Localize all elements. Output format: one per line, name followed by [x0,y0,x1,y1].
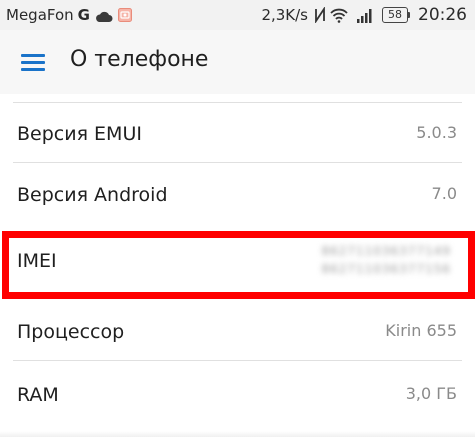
nfc-icon [314,6,326,24]
battery-tip [408,12,410,18]
item-value: 3,0 ГБ [405,384,457,403]
item-value: Kirin 655 [385,321,457,340]
status-right-group: 2,3K/s 58 20:26 [261,5,467,25]
network-type: G [77,6,90,24]
hamburger-menu-icon [21,54,45,72]
item-value: 7.0 [431,184,457,203]
list-item-android-version[interactable]: Версия Android 7.0 [0,164,475,224]
imei-values: 862711036377149 862711036377156 [321,242,451,278]
list-item-ram[interactable]: RAM 3,0 ГБ [0,364,475,424]
network-speed: 2,3K/s [261,6,308,24]
status-bar: MegaFon G 2,3K/s 58 20:26 [0,0,475,30]
item-label: Процессор [17,321,125,343]
signal-icon [356,8,374,23]
list-item-processor[interactable]: Процессор Kirin 655 [0,301,475,361]
imei-value-2: 862711036377156 [321,262,451,276]
item-label: Версия EMUI [17,123,142,145]
toolbar: О телефоне [0,30,475,94]
item-label: IMEI [17,250,57,272]
menu-button[interactable] [14,47,48,77]
item-label: RAM [17,384,59,406]
battery-icon: 58 [382,7,410,23]
wifi-icon [330,8,348,23]
carrier-name: MegaFon [6,6,74,24]
battery-level: 58 [382,7,408,23]
list-divider [13,360,462,361]
item-value: 5.0.3 [416,123,457,142]
page-title: О телефоне [70,47,209,72]
list-item-imei[interactable]: IMEI 862711036377149 862711036377156 [0,229,475,299]
status-left-group: MegaFon G [6,5,132,25]
clock: 20:26 [418,5,467,25]
cloud-icon [95,9,113,22]
list-item-emui-version[interactable]: Версия EMUI 5.0.3 [0,103,475,163]
imei-value-1: 862711036377149 [321,244,451,258]
list-divider [13,162,462,163]
photo-notification-icon [117,8,132,22]
item-label: Версия Android [17,184,168,206]
bottom-edge [0,431,475,437]
